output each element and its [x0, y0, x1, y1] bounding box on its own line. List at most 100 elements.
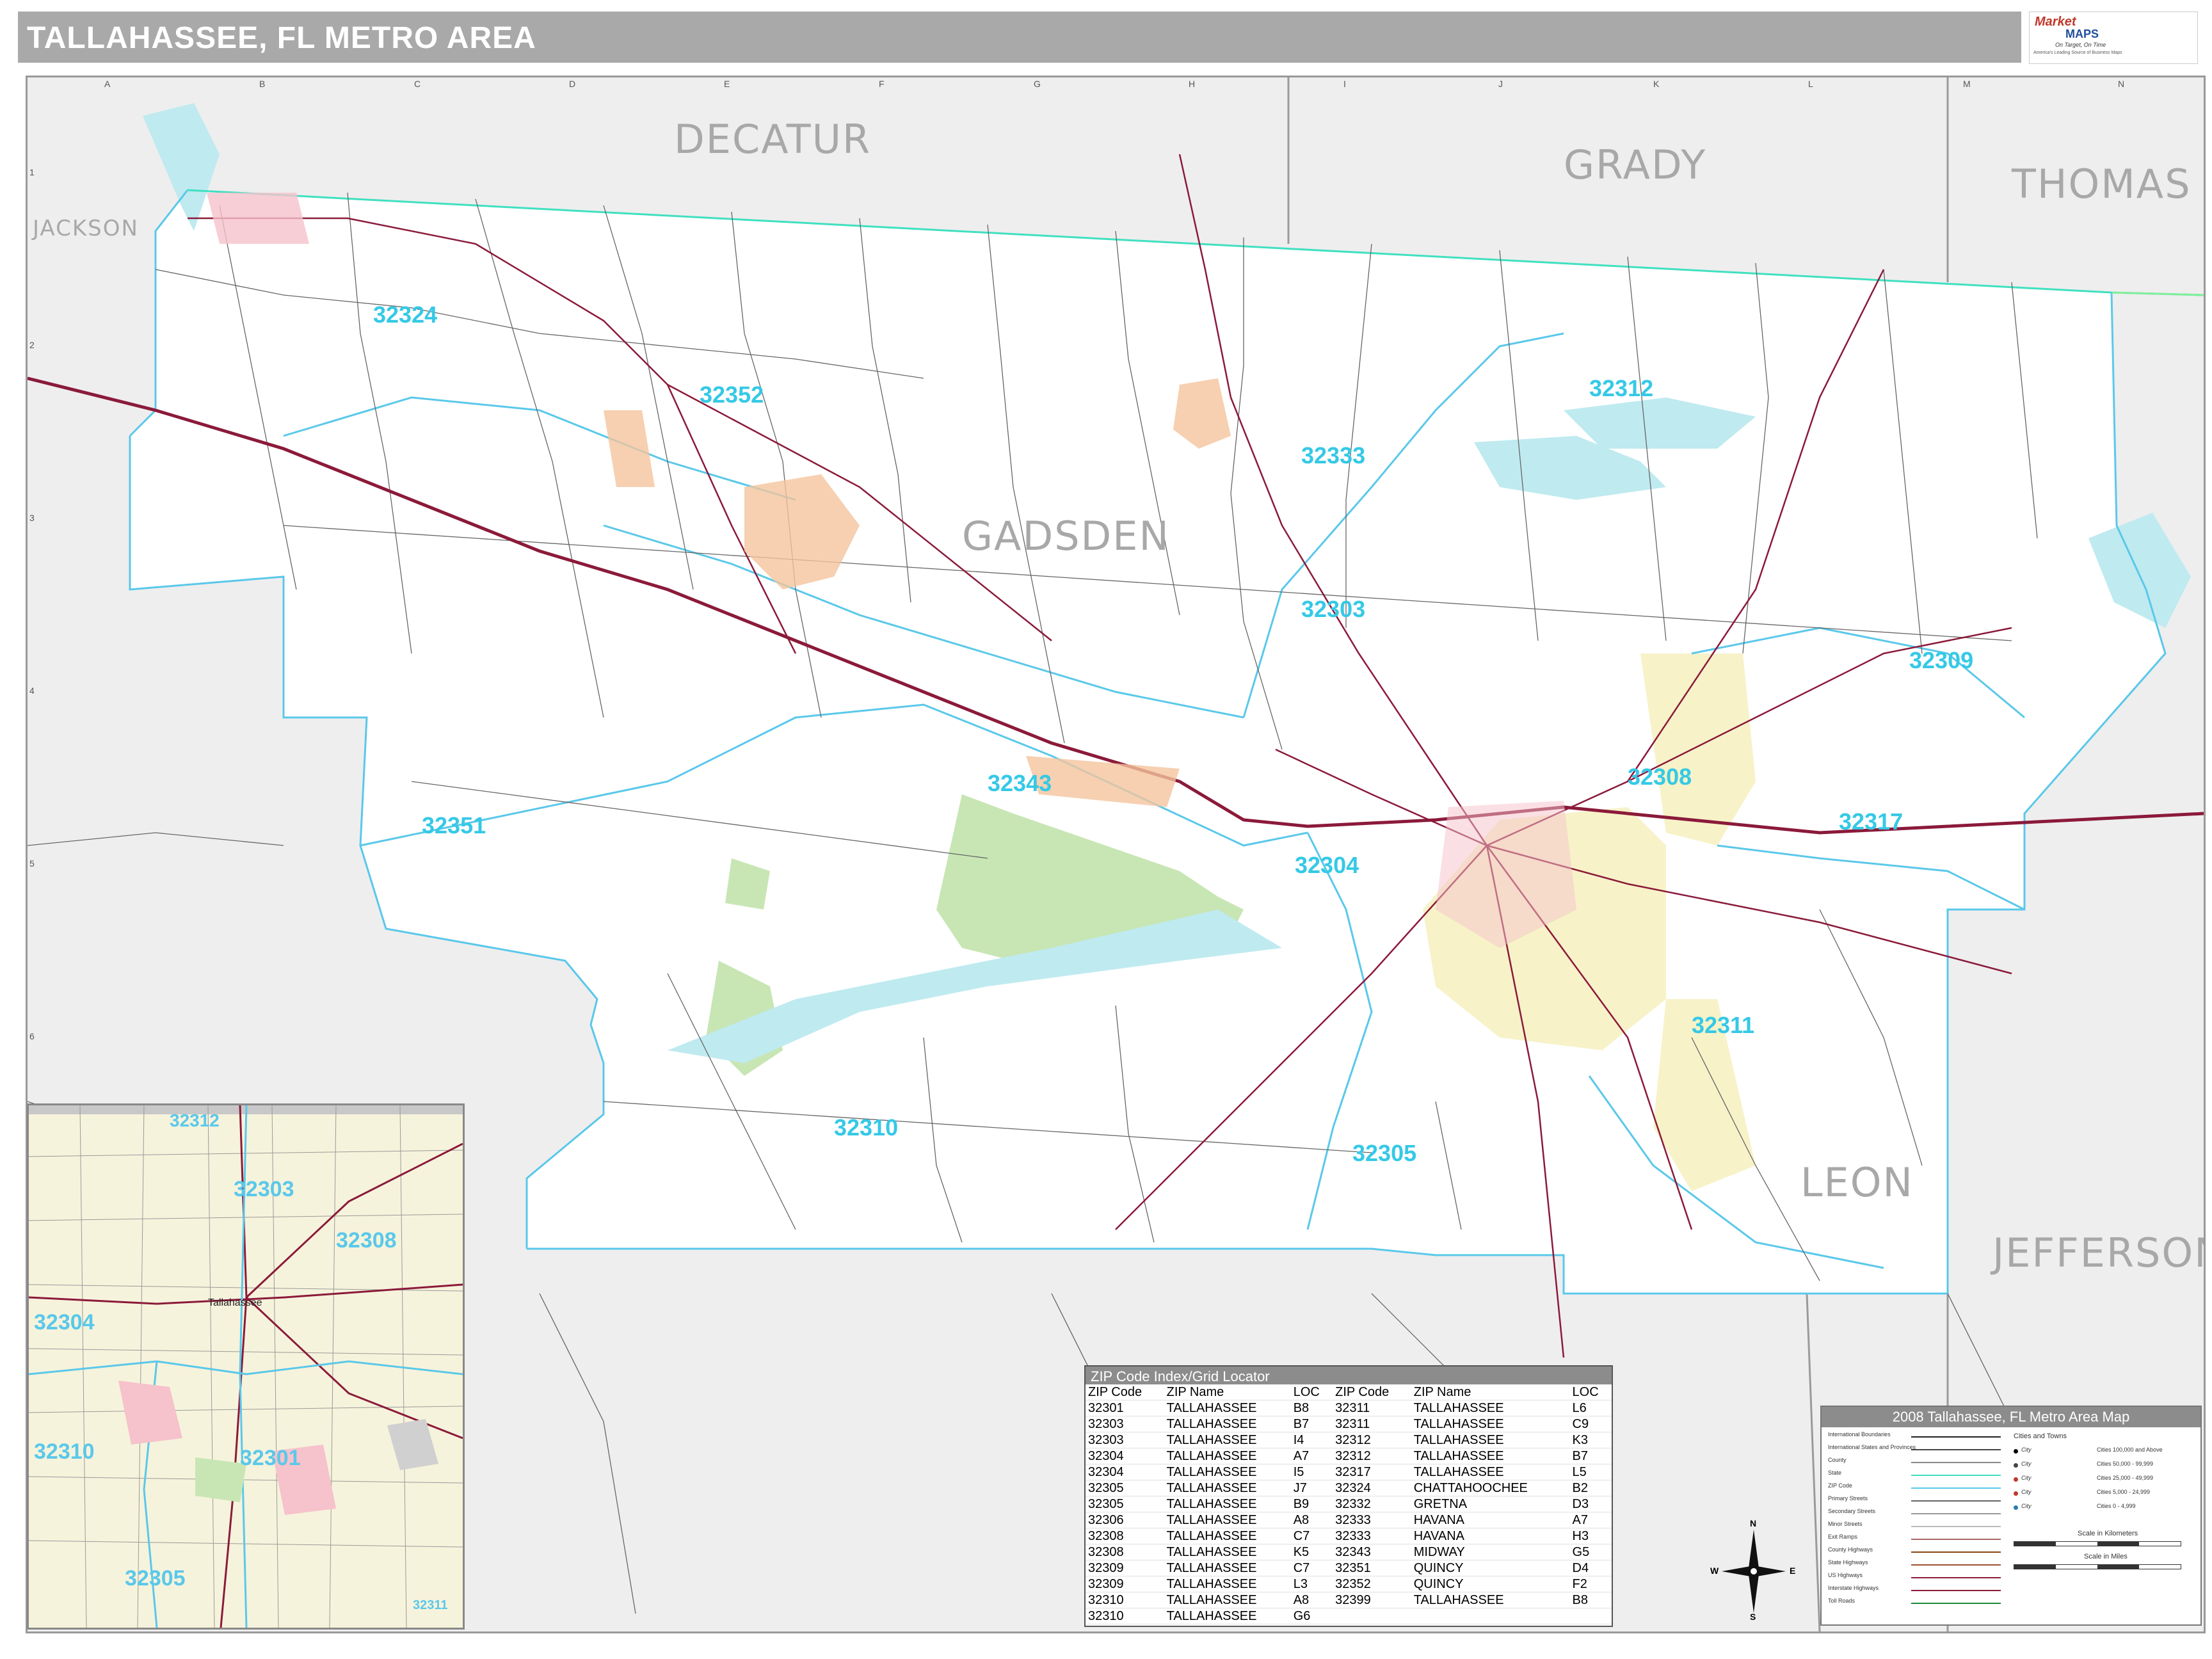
town-chattahoochee — [207, 193, 309, 244]
zip-index-table: ZIP Code ZIP Name LOC ZIP Code ZIP Name … — [1086, 1384, 1612, 1624]
legend-item-label: Secondary Streets — [1828, 1508, 1876, 1514]
zip-name-cell: CHATTAHOOCHEE — [1411, 1480, 1570, 1496]
grid-letter-j: J — [1498, 79, 1503, 89]
zip-index-row: 32304 TALLAHASSEE A7 32312 TALLAHASSEE B7 — [1086, 1448, 1612, 1464]
zip-name-cell: TALLAHASSEE — [1164, 1416, 1291, 1432]
loc-cell: I5 — [1290, 1464, 1333, 1480]
zip-name-cell: TALLAHASSEE — [1164, 1480, 1291, 1496]
grid-number-1: 1 — [29, 167, 35, 177]
city-word: City — [2021, 1461, 2032, 1467]
loc-cell: B7 — [1569, 1448, 1612, 1464]
county-label-gadsden: GADSDEN — [962, 513, 1170, 559]
col-header-name-2: ZIP Name — [1411, 1384, 1570, 1400]
legend-item: Toll Roads — [1828, 1598, 2007, 1610]
legend-line-swatch — [1911, 1603, 2001, 1604]
zip-code-cell: 32352 — [1333, 1576, 1411, 1592]
city-class-label: Cities 25,000 - 49,999 — [2097, 1475, 2154, 1481]
grid-number-4: 4 — [29, 685, 35, 696]
zip-label-32312: 32312 — [1589, 375, 1654, 401]
grid-number-3: 3 — [29, 513, 35, 523]
inset-zip-32308: 32308 — [336, 1228, 397, 1253]
grid-letter-m: M — [1963, 79, 1971, 89]
zip-code-cell: 32304 — [1086, 1448, 1164, 1464]
zip-name-cell: TALLAHASSEE — [1164, 1576, 1291, 1592]
legend-item: ZIP Code — [1828, 1482, 2007, 1495]
zip-index-row: 32303 TALLAHASSEE I4 32312 TALLAHASSEE K3 — [1086, 1432, 1612, 1448]
city-class-label: Cities 100,000 and Above — [2097, 1447, 2163, 1453]
legend-scale-km: Scale in Kilometers — [2078, 1530, 2138, 1537]
zip-code-cell: 32301 — [1086, 1400, 1164, 1416]
zip-index-row: 32303 TALLAHASSEE B7 32311 TALLAHASSEE C9 — [1086, 1416, 1612, 1432]
zip-name-cell: TALLAHASSEE — [1164, 1512, 1291, 1528]
county-label-grady: GRADY — [1564, 141, 1707, 188]
county-label-decatur: DECATUR — [674, 116, 872, 163]
legend-item: US Highways — [1828, 1572, 2007, 1585]
zip-label-32351: 32351 — [422, 812, 486, 838]
loc-cell: K5 — [1290, 1544, 1333, 1560]
zip-label-32311: 32311 — [1692, 1012, 1755, 1038]
legend-item-label: Exit Ramps — [1828, 1534, 1858, 1540]
county-label-jackson: JACKSON — [33, 216, 139, 241]
legend-item-label: Toll Roads — [1828, 1598, 1855, 1604]
zip-code-cell: 32351 — [1333, 1560, 1411, 1576]
zip-label-32324: 32324 — [373, 301, 438, 328]
loc-cell: G6 — [1290, 1608, 1333, 1624]
zip-code-cell: 32311 — [1333, 1400, 1411, 1416]
loc-cell: J7 — [1290, 1480, 1333, 1496]
grid-number-5: 5 — [29, 858, 35, 869]
logo-line2: MAPS — [2065, 28, 2099, 40]
zip-code-cell: 32303 — [1086, 1432, 1164, 1448]
logo-tagline: On Target, On Time — [2055, 42, 2106, 48]
col-header-loc-2: LOC — [1569, 1384, 1612, 1400]
legend-city-class: City Cities 0 - 4,999 — [2014, 1502, 2193, 1516]
legend-item-label: Interstate Highways — [1828, 1585, 1879, 1591]
tallahassee-inset-map[interactable]: 32312 32303 32308 32304 32310 32301 3230… — [27, 1103, 465, 1630]
inset-zip-32301: 32301 — [240, 1446, 301, 1470]
legend-item-label: ZIP Code — [1828, 1482, 1852, 1489]
zip-code-cell: 32308 — [1086, 1528, 1164, 1544]
zip-index-row: 32304 TALLAHASSEE I5 32317 TALLAHASSEE L5 — [1086, 1464, 1612, 1480]
grid-number-6: 6 — [29, 1031, 35, 1041]
city-class-label: Cities 5,000 - 24,999 — [2097, 1489, 2151, 1495]
zip-name-cell: TALLAHASSEE — [1411, 1432, 1570, 1448]
zip-index-row: 32309 TALLAHASSEE L3 32352 QUINCY F2 — [1086, 1576, 1612, 1592]
city-word: City — [2021, 1489, 2032, 1495]
loc-cell: C9 — [1569, 1416, 1612, 1432]
legend-line-swatch — [1911, 1487, 2001, 1489]
county-label-jefferson: JEFFERSON — [1992, 1230, 2206, 1276]
legend-item: Interstate Highways — [1828, 1585, 2007, 1598]
grid-letter-i: I — [1343, 79, 1346, 89]
city-dot-icon — [2014, 1477, 2018, 1482]
legend-line-swatch — [1911, 1449, 2001, 1450]
zip-code-cell: 32333 — [1333, 1528, 1411, 1544]
legend-item: Minor Streets — [1828, 1521, 2007, 1534]
zip-name-cell: HAVANA — [1411, 1512, 1570, 1528]
legend-item-label: Primary Streets — [1828, 1495, 1868, 1502]
grid-letter-b: B — [259, 79, 266, 89]
zip-name-cell: TALLAHASSEE — [1411, 1464, 1570, 1480]
legend-line-swatch — [1911, 1551, 2001, 1553]
legend-city-class: City Cities 100,000 and Above — [2014, 1445, 2193, 1459]
zip-index-row: 32306 TALLAHASSEE A8 32333 HAVANA A7 — [1086, 1512, 1612, 1528]
scale-bar-mi — [2014, 1564, 2181, 1569]
zip-label-32303: 32303 — [1301, 596, 1366, 622]
legend-city-class: City Cities 50,000 - 99,999 — [2014, 1459, 2193, 1473]
grid-letter-l: L — [1808, 79, 1813, 89]
city-dot-icon — [2014, 1463, 2018, 1468]
legend-item-label: US Highways — [1828, 1572, 1863, 1578]
grid-letter-d: D — [569, 79, 576, 89]
county-label-leon: LEON — [1800, 1159, 1914, 1206]
grid-letter-c: C — [414, 79, 421, 89]
zip-name-cell: TALLAHASSEE — [1164, 1432, 1291, 1448]
compass-n: N — [1750, 1518, 1757, 1528]
state-line-east — [2111, 291, 2204, 296]
zip-name-cell: TALLAHASSEE — [1411, 1416, 1570, 1432]
loc-cell: B2 — [1569, 1480, 1612, 1496]
legend-line-swatch — [1911, 1513, 2001, 1514]
loc-cell: I4 — [1290, 1432, 1333, 1448]
zip-name-cell: QUINCY — [1411, 1560, 1570, 1576]
legend-line-swatch — [1911, 1436, 2001, 1438]
legend-item: State Highways — [1828, 1559, 2007, 1572]
compass-icon — [1722, 1530, 1786, 1613]
map-title: TALLAHASSEE, FL METRO AREA — [27, 21, 536, 55]
